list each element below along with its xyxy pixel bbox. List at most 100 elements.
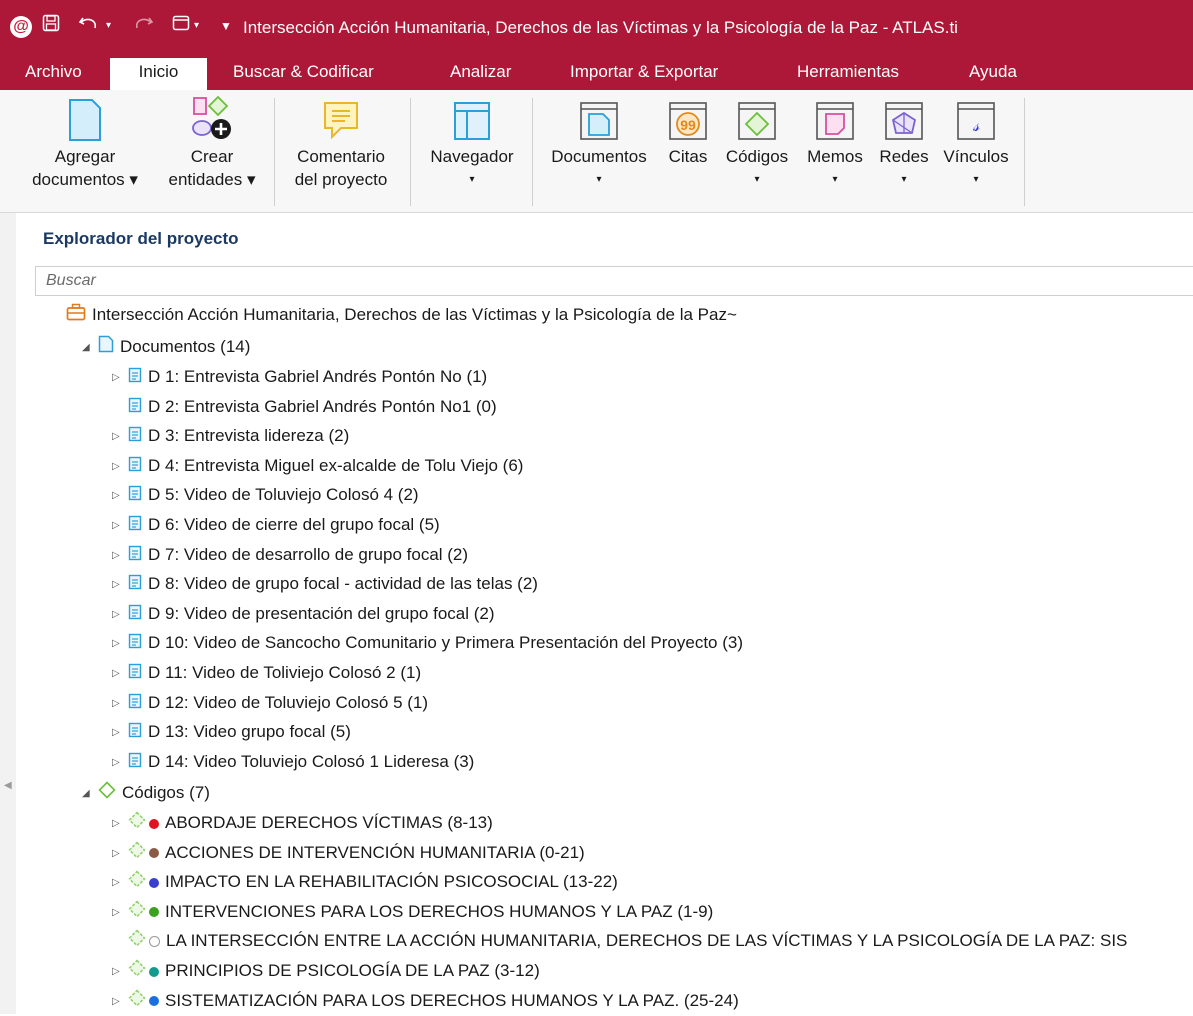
- window-icon[interactable]: [172, 14, 190, 39]
- memos-manager-button[interactable]: Memos ▾: [800, 96, 870, 191]
- expand-triangle-icon[interactable]: ▷: [112, 748, 128, 777]
- undo-icon[interactable]: [78, 14, 100, 39]
- codes-caret: ▾: [754, 174, 760, 185]
- menu-archivo[interactable]: Archivo: [19, 58, 88, 90]
- documents-group[interactable]: ◢ Documentos (14): [82, 332, 250, 361]
- menu-importar-exportar[interactable]: Importar & Exportar: [564, 58, 724, 90]
- text-document-icon: [128, 748, 142, 777]
- expand-triangle-icon[interactable]: ▷: [112, 839, 128, 868]
- ribbon-separator: [410, 98, 411, 206]
- menu-ayuda[interactable]: Ayuda: [963, 58, 1023, 90]
- expand-triangle-icon[interactable]: ▷: [112, 898, 128, 927]
- document-item[interactable]: ▷ D 14: Video Toluviejo Colosó 1 Lideresa…: [112, 747, 474, 776]
- text-document-icon: [128, 393, 142, 422]
- code-item[interactable]: ▷ IMPACTO EN LA REHABILITACIÓN PSICOSOCIA…: [112, 867, 618, 896]
- document-item[interactable]: ▷ D 11: Video de Toliviejo Colosó 2 (1): [112, 658, 421, 687]
- document-label: D 5: Video de Toluviejo Colosó 4 (2): [148, 485, 419, 505]
- expand-triangle-icon[interactable]: ▷: [112, 422, 128, 451]
- expand-triangle-icon[interactable]: ▷: [112, 629, 128, 658]
- document-label: D 6: Video de cierre del grupo focal (5): [148, 515, 440, 534]
- text-document-icon: [128, 363, 142, 392]
- code-color-dot: [149, 877, 159, 888]
- expand-triangle-icon[interactable]: ▷: [112, 511, 128, 540]
- save-icon[interactable]: [42, 14, 60, 39]
- document-item[interactable]: ▷ D 6: Video de cierre del grupo focal (5…: [112, 510, 440, 539]
- quotes-manager-button[interactable]: 99 Citas: [662, 96, 714, 168]
- expand-triangle-icon[interactable]: ▷: [112, 570, 128, 599]
- text-document-icon: [128, 452, 142, 481]
- document-item[interactable]: ▷ D 12: Video de Toluviejo Colosó 5 (1): [112, 688, 428, 717]
- document-item[interactable]: D 2: Entrevista Gabriel Andrés Pontón No…: [112, 392, 497, 421]
- ribbon-separator: [274, 98, 275, 206]
- expand-triangle-icon[interactable]: ▷: [112, 481, 128, 510]
- documents-manager-button[interactable]: Documentos ▾: [540, 96, 658, 191]
- expand-triangle-icon[interactable]: ▷: [112, 957, 128, 986]
- memos-manager-icon: [800, 96, 870, 142]
- document-item[interactable]: ▷ D 1: Entrevista Gabriel Andrés Pontón N…: [112, 362, 487, 391]
- code-label: IMPACTO EN LA REHABILITACIÓN PSICOSOCIAL…: [165, 872, 618, 892]
- add-documents-label: Agregar: [54, 147, 116, 166]
- memos-label: Memos: [807, 147, 863, 166]
- undo-dropdown-icon[interactable]: ▾: [106, 14, 111, 38]
- customize-toolbar-icon[interactable]: ▼: [220, 14, 232, 38]
- window-dropdown-icon[interactable]: ▾: [194, 14, 199, 38]
- codes-manager-button[interactable]: Códigos ▾: [718, 96, 796, 191]
- expand-triangle-icon[interactable]: ▷: [112, 689, 128, 718]
- redo-icon[interactable]: [132, 14, 154, 39]
- networks-manager-button[interactable]: Redes ▾: [874, 96, 934, 191]
- search-box[interactable]: [35, 266, 1193, 296]
- menu-analizar[interactable]: Analizar: [444, 58, 517, 90]
- document-item[interactable]: ▷ D 7: Video de desarrollo de grupo focal…: [112, 540, 468, 569]
- project-comment-button[interactable]: Comentario del proyecto: [283, 96, 399, 191]
- code-item[interactable]: LA INTERSECCIÓN ENTRE LA ACCIÓN HUMANITA…: [112, 926, 1127, 955]
- project-comment-label: Comentario: [297, 147, 385, 166]
- document-label: D 3: Entrevista lidereza (2): [148, 426, 350, 446]
- collapse-triangle-icon[interactable]: ◢: [82, 333, 98, 362]
- atlas-logo-icon[interactable]: @: [10, 16, 32, 38]
- document-item[interactable]: ▷ D 4: Entrevista Miguel ex-alcalde de To…: [112, 451, 523, 480]
- left-gutter[interactable]: [0, 213, 16, 1014]
- memos-caret: ▾: [832, 174, 838, 185]
- navigator-button[interactable]: Navegador ▾: [420, 96, 524, 191]
- document-label: D 9: Video de presentación del grupo foc…: [148, 603, 495, 623]
- links-manager-button[interactable]: 𝓈 Vínculos ▾: [936, 96, 1016, 191]
- search-input[interactable]: [44, 271, 648, 291]
- document-item[interactable]: ▷ D 9: Video de presentación del grupo fo…: [112, 599, 495, 628]
- code-item[interactable]: ▷ INTERVENCIONES PARA LOS DERECHOS HUMANO…: [112, 897, 713, 926]
- document-label: D 10: Video de Sancocho Comunitario y Pr…: [148, 633, 743, 653]
- document-item[interactable]: ▷ D 8: Video de grupo focal - actividad d…: [112, 569, 538, 598]
- document-item[interactable]: ▷ D 3: Entrevista lidereza (2): [112, 421, 349, 450]
- document-item[interactable]: ▷ D 5: Video de Toluviejo Colosó 4 (2): [112, 480, 419, 509]
- code-item[interactable]: ▷ ACCIONES DE INTERVENCIÓN HUMANITARIA (0…: [112, 838, 585, 867]
- code-item[interactable]: ▷ ABORDAJE DERECHOS VÍCTIMAS (8-13): [112, 808, 493, 837]
- ribbon: Agregar documentos ▾ Crear entidades ▾ C…: [0, 90, 1193, 213]
- menu-buscar-codificar[interactable]: Buscar & Codificar: [227, 58, 380, 90]
- document-item[interactable]: ▷ D 10: Video de Sancocho Comunitario y P…: [112, 628, 743, 657]
- code-item[interactable]: ▷ SISTEMATIZACIÓN PARA LOS DERECHOS HUMAN…: [112, 986, 739, 1015]
- document-item[interactable]: ▷ D 13: Video grupo focal (5): [112, 717, 351, 746]
- codes-group[interactable]: ◢ Códigos (7): [82, 778, 210, 807]
- code-icon: [128, 927, 146, 956]
- expand-triangle-icon[interactable]: ▷: [112, 987, 128, 1016]
- code-label: SISTEMATIZACIÓN PARA LOS DERECHOS HUMANO…: [165, 990, 739, 1010]
- document-label: D 11: Video de Toliviejo Colosó 2 (1): [148, 663, 422, 682]
- expand-triangle-icon[interactable]: ▷: [112, 809, 128, 838]
- expand-triangle-icon[interactable]: ▷: [112, 363, 128, 392]
- create-entities-button[interactable]: Crear entidades ▾: [160, 96, 264, 191]
- code-item[interactable]: ▷ PRINCIPIOS DE PSICOLOGÍA DE LA PAZ (3-1…: [112, 956, 540, 985]
- menu-inicio[interactable]: Inicio: [110, 58, 207, 90]
- collapse-left-icon[interactable]: ◀: [4, 780, 12, 791]
- expand-triangle-icon[interactable]: ▷: [112, 868, 128, 897]
- create-entities-label-2: entidades ▾: [168, 170, 256, 189]
- expand-triangle-icon[interactable]: ▷: [112, 452, 128, 481]
- expand-triangle-icon[interactable]: ▷: [112, 718, 128, 747]
- expand-triangle-icon[interactable]: ▷: [112, 541, 128, 570]
- project-root[interactable]: Intersección Acción Humanitaria, Derecho…: [66, 300, 737, 329]
- menu-herramientas[interactable]: Herramientas: [791, 58, 905, 90]
- expand-triangle-icon[interactable]: ▷: [112, 600, 128, 629]
- logo-letter: @: [13, 18, 29, 35]
- add-documents-button[interactable]: Agregar documentos ▾: [22, 96, 148, 191]
- code-icon: [128, 809, 146, 838]
- expand-triangle-icon[interactable]: ▷: [112, 659, 128, 688]
- collapse-triangle-icon[interactable]: ◢: [82, 779, 98, 808]
